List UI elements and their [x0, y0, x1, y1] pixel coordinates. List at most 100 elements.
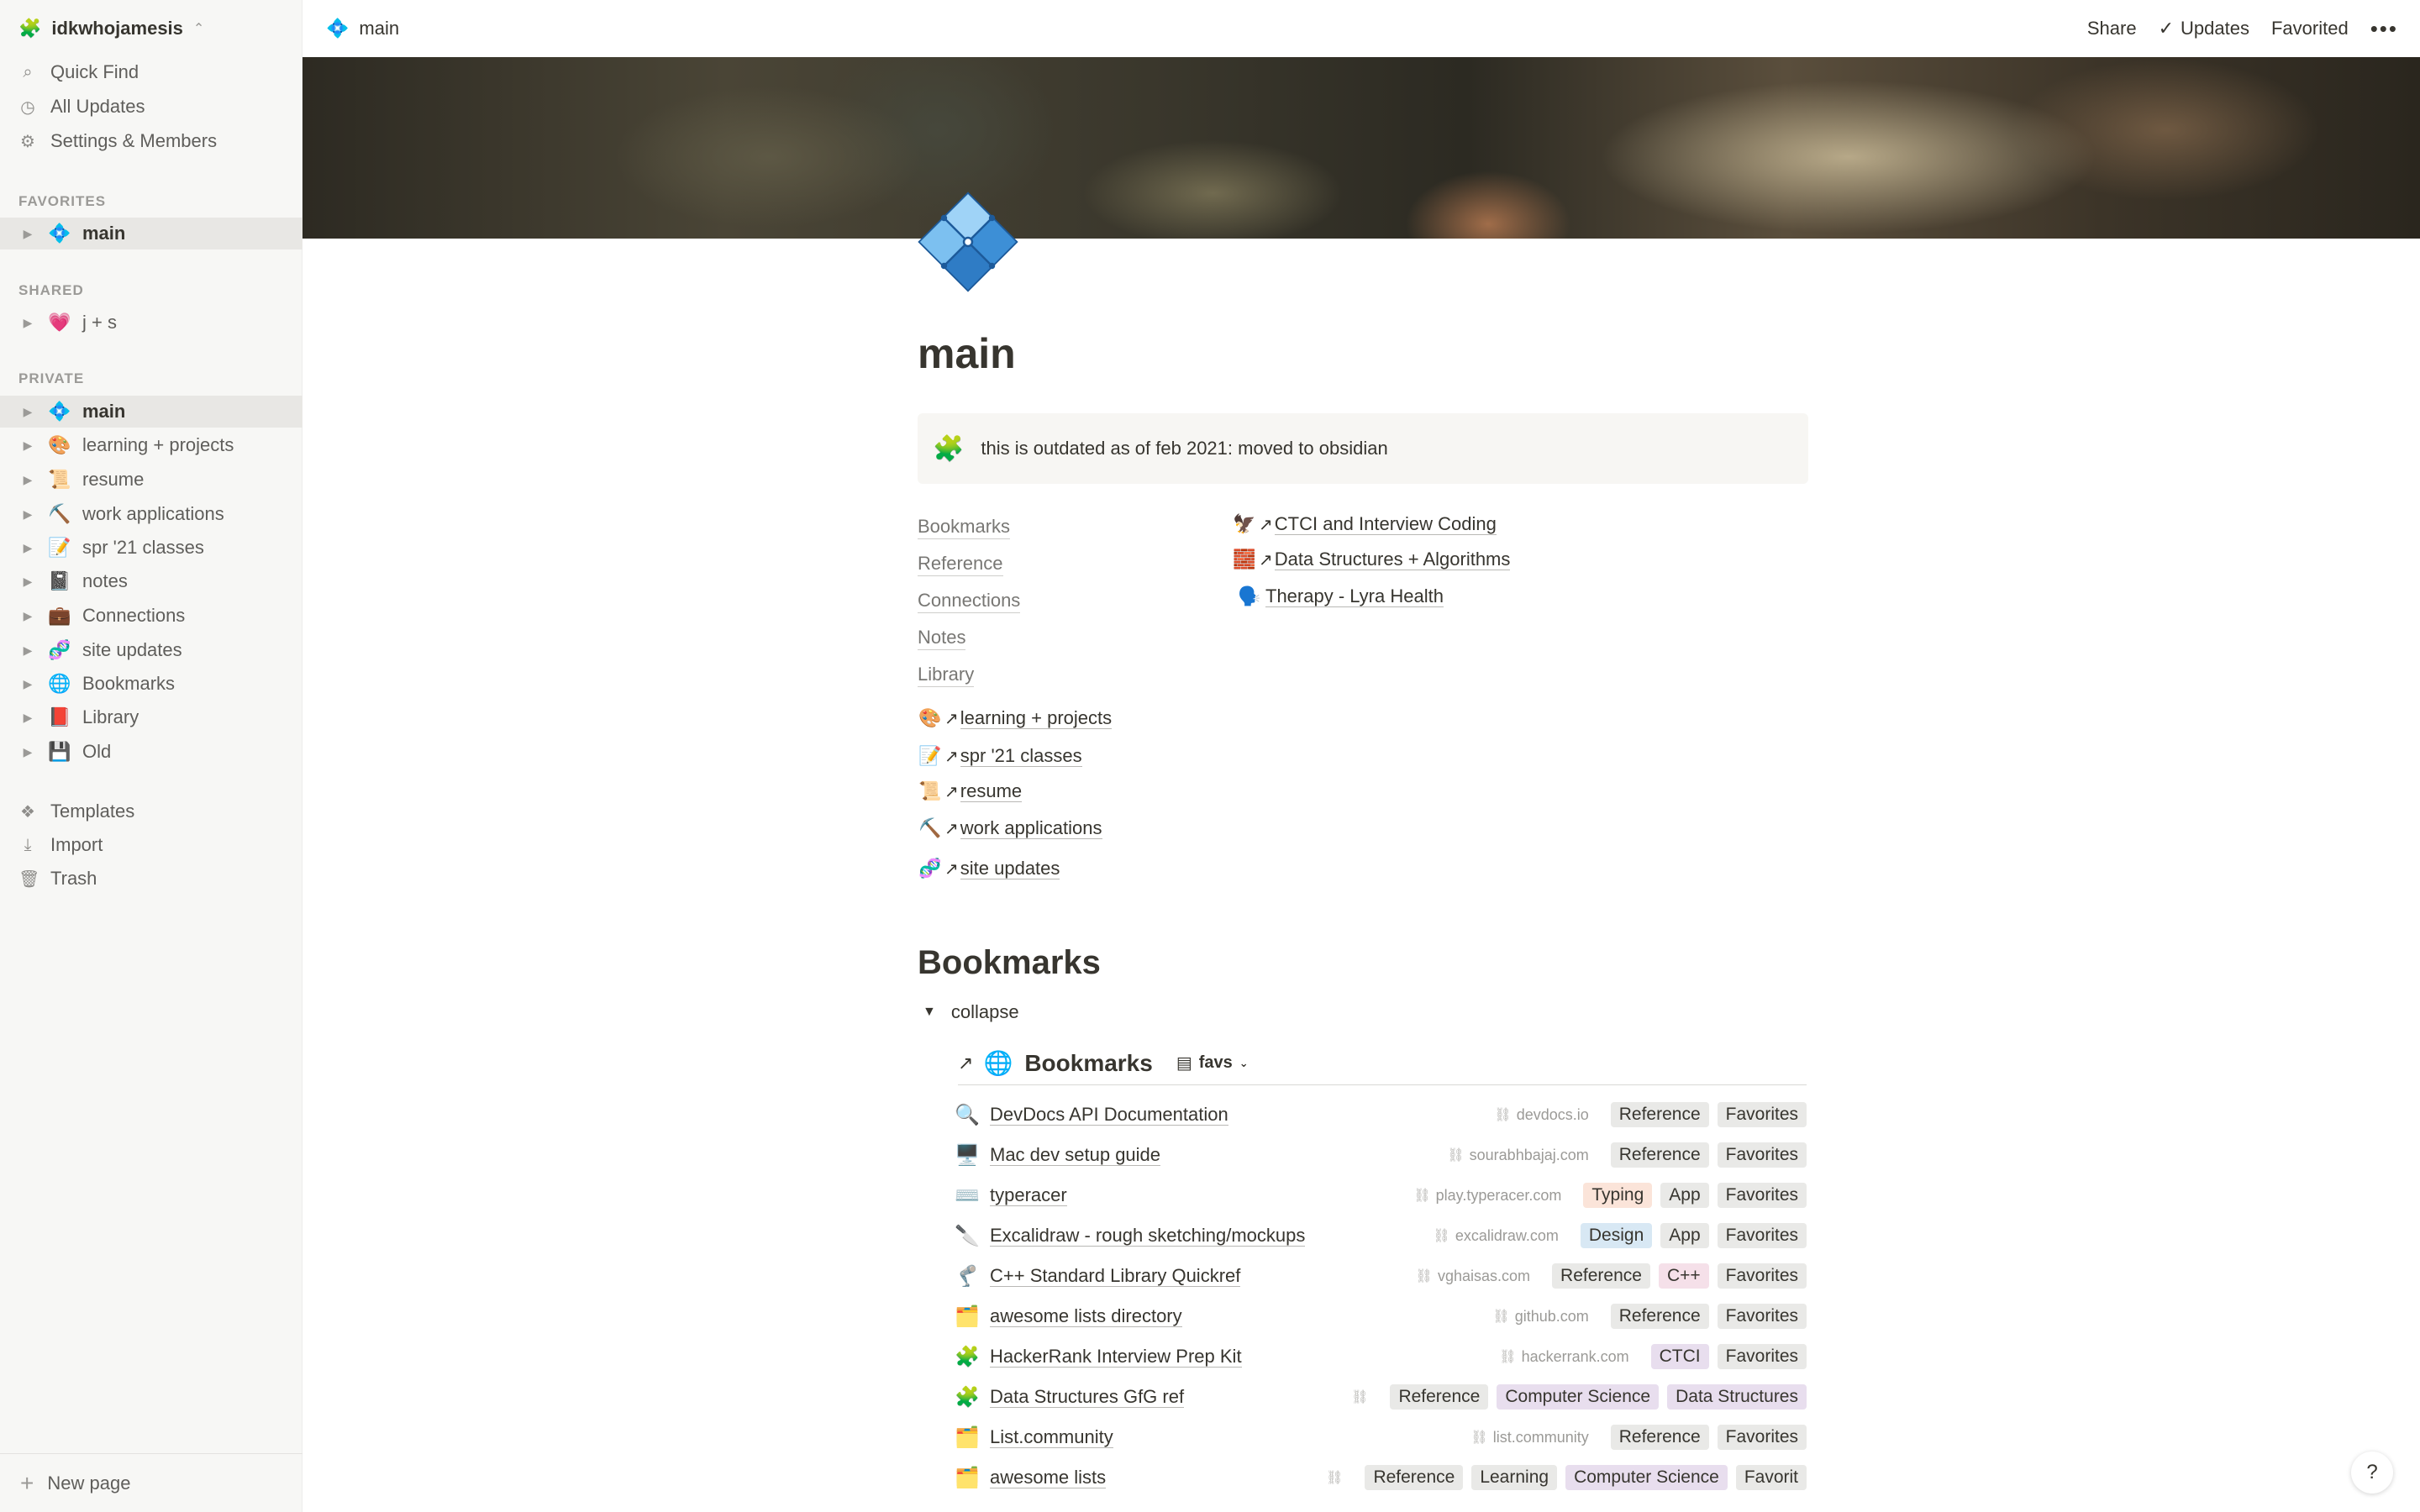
- expand-triangle-icon[interactable]: ▶: [22, 405, 34, 419]
- arrow-up-right-icon[interactable]: ↗: [958, 1053, 973, 1074]
- expand-triangle-icon[interactable]: ▶: [22, 677, 34, 691]
- palette-icon: 🎨: [48, 434, 71, 455]
- mention-site-updates[interactable]: 🧬 ↗ site updates: [918, 856, 1060, 881]
- table-row[interactable]: 🗂️ awesome lists directory ⛓ github.com Refe…: [953, 1298, 1807, 1335]
- row-title[interactable]: awesome lists: [990, 1467, 1107, 1488]
- more-options-icon[interactable]: •••: [2370, 16, 2398, 42]
- row-url[interactable]: ⛓ excalidraw.com: [1434, 1227, 1559, 1245]
- table-row[interactable]: 🧩 Data Structures GfG ref ⛓ Reference Comput…: [953, 1378, 1807, 1415]
- arrow-up-right-icon: ↗: [1259, 550, 1273, 570]
- favorited-button[interactable]: Favorited: [2271, 18, 2349, 39]
- workspace-switcher[interactable]: 🧩 idkwhojamesis ⌃: [18, 15, 204, 42]
- page-title[interactable]: main: [918, 329, 1016, 378]
- expand-triangle-icon[interactable]: ▶: [22, 473, 34, 487]
- mention-resume[interactable]: 📜 ↗ resume: [918, 779, 1023, 804]
- sidebar-item-favorite-main[interactable]: ▶ 💠 main: [0, 218, 302, 249]
- sidebar-item-main[interactable]: ▶ 💠 main: [0, 396, 302, 428]
- toggle-triangle-icon[interactable]: ▼: [923, 1005, 936, 1020]
- table-row[interactable]: ⌨️ typeracer ⛓ play.typeracer.com Typing App F…: [953, 1177, 1807, 1214]
- table-row[interactable]: 🦿 C++ Standard Library Quickref ⛓ vghaisas.…: [953, 1257, 1807, 1294]
- table-row[interactable]: 🗂️ List.community ⛓ list.community Reference…: [953, 1419, 1807, 1456]
- mention-spr-21-classes[interactable]: 📝 ↗ spr '21 classes: [918, 743, 1082, 769]
- row-title[interactable]: Data Structures GfG ref: [990, 1386, 1185, 1408]
- table-row[interactable]: 🖥️ Mac dev setup guide ⛓ sourabhbajaj.com Re…: [953, 1137, 1807, 1173]
- sidebar-item-spr-21-classes[interactable]: ▶ 📝 spr '21 classes: [0, 532, 302, 564]
- sidebar-item-connections[interactable]: ▶ 💼 Connections: [0, 600, 302, 632]
- expand-triangle-icon[interactable]: ▶: [22, 541, 34, 555]
- row-title[interactable]: HackerRank Interview Prep Kit: [990, 1346, 1242, 1368]
- row-url[interactable]: ⛓ devdocs.io: [1494, 1106, 1588, 1124]
- sidebar-item-work-applications[interactable]: ▶ ⛏️ work applications: [0, 498, 302, 530]
- row-title[interactable]: Excalidraw - rough sketching/mockups: [990, 1225, 1306, 1247]
- table-row[interactable]: 🔪 Excalidraw - rough sketching/mockups ⛓ ex…: [953, 1217, 1807, 1254]
- table-row[interactable]: 🧩 HackerRank Interview Prep Kit ⛓ hackerran…: [953, 1338, 1807, 1375]
- row-url[interactable]: ⛓ list.community: [1470, 1429, 1588, 1446]
- arrow-up-right-icon: ↗: [944, 819, 959, 838]
- trash-button[interactable]: 🗑 Trash: [18, 864, 97, 894]
- expand-triangle-icon[interactable]: ▶: [22, 507, 34, 522]
- help-button[interactable]: ?: [2351, 1452, 2393, 1494]
- updates-button[interactable]: ✓ Updates: [2159, 18, 2249, 39]
- breadcrumb[interactable]: 💠 main: [326, 18, 399, 39]
- row-title[interactable]: C++ Standard Library Quickref: [990, 1265, 1241, 1287]
- sidebar-item-resume[interactable]: ▶ 📜 resume: [0, 464, 302, 496]
- expand-triangle-icon[interactable]: ▶: [22, 745, 34, 759]
- table-row[interactable]: 🗂️ awesome lists ⛓ Reference Learning Compute…: [953, 1459, 1807, 1496]
- view-selector[interactable]: ▤ favs ⌄: [1176, 1053, 1249, 1074]
- sidebar-item-notes[interactable]: ▶ 📓 notes: [0, 565, 302, 597]
- table-row[interactable]: 🔍 DevDocs API Documentation ⛓ devdocs.io Ref…: [953, 1096, 1807, 1133]
- row-page-icon: 🧩: [955, 1385, 980, 1409]
- mention-learning-projects[interactable]: 🎨 ↗ learning + projects: [918, 706, 1113, 731]
- sidebar-item-site-updates[interactable]: ▶ 🧬 site updates: [0, 634, 302, 666]
- link-reference[interactable]: Reference: [918, 553, 1003, 576]
- expand-triangle-icon[interactable]: ▶: [22, 575, 34, 589]
- sidebar-item-label: site updates: [82, 639, 182, 660]
- mention-ctci[interactable]: 🦅 ↗ CTCI and Interview Coding: [1232, 512, 1497, 537]
- row-title[interactable]: typeracer: [990, 1184, 1067, 1206]
- quick-find-button[interactable]: ⌕ Quick Find: [18, 57, 139, 87]
- page-diamond-icon[interactable]: [916, 190, 1020, 294]
- link-icon: ⛓: [1415, 1269, 1433, 1284]
- link-connections[interactable]: Connections: [918, 590, 1021, 613]
- collapse-toggle[interactable]: ▼ collapse: [923, 1001, 1019, 1023]
- settings-members-button[interactable]: ⚙ Settings & Members: [18, 126, 217, 156]
- tag-badge: Learning: [1471, 1465, 1558, 1490]
- sidebar-item-learning-projects[interactable]: ▶ 🎨 learning + projects: [0, 429, 302, 461]
- sidebar-item-library[interactable]: ▶ 📕 Library: [0, 701, 302, 733]
- expand-triangle-icon[interactable]: ▶: [22, 438, 34, 453]
- import-button[interactable]: ⤓ Import: [18, 830, 103, 860]
- bookmarks-heading[interactable]: Bookmarks: [918, 944, 1101, 982]
- row-title[interactable]: awesome lists directory: [990, 1305, 1182, 1327]
- mention-work-applications[interactable]: ⛏️ ↗ work applications: [918, 816, 1102, 841]
- share-button[interactable]: Share: [2087, 18, 2137, 39]
- mention-therapy[interactable]: 🗣️ Therapy - Lyra Health: [1237, 584, 1444, 609]
- link-bookmarks[interactable]: Bookmarks: [918, 516, 1011, 539]
- row-url[interactable]: ⛓ sourabhbajaj.com: [1447, 1147, 1588, 1164]
- link-library[interactable]: Library: [918, 664, 975, 687]
- row-url[interactable]: ⛓ hackerrank.com: [1499, 1348, 1628, 1366]
- sidebar-item-bookmarks[interactable]: ▶ 🌐 Bookmarks: [0, 668, 302, 700]
- mention-data-structures-algorithms[interactable]: 🧱 ↗ Data Structures + Algorithms: [1232, 547, 1511, 572]
- row-url[interactable]: ⛓ vghaisas.com: [1416, 1268, 1530, 1285]
- expand-triangle-icon[interactable]: ▶: [22, 316, 34, 330]
- expand-triangle-icon[interactable]: ▶: [22, 643, 34, 658]
- templates-button[interactable]: ❖ Templates: [18, 796, 134, 827]
- database-title[interactable]: Bookmarks: [1024, 1050, 1153, 1077]
- expand-triangle-icon[interactable]: ▶: [22, 609, 34, 623]
- pick-icon: ⛏️: [48, 503, 71, 524]
- callout-block[interactable]: 🧩 this is outdated as of feb 2021: moved…: [918, 413, 1808, 484]
- row-url[interactable]: ⛓: [1326, 1469, 1343, 1486]
- row-url[interactable]: ⛓ github.com: [1492, 1308, 1588, 1326]
- sidebar-item-j-plus-s[interactable]: ▶ 💗 j + s: [0, 307, 302, 339]
- sidebar-item-old[interactable]: ▶ 💾 Old: [0, 736, 302, 768]
- row-title[interactable]: Mac dev setup guide: [990, 1144, 1161, 1166]
- all-updates-button[interactable]: ◷ All Updates: [18, 92, 145, 122]
- expand-triangle-icon[interactable]: ▶: [22, 227, 34, 241]
- expand-triangle-icon[interactable]: ▶: [22, 711, 34, 725]
- row-url[interactable]: ⛓: [1351, 1389, 1368, 1405]
- row-title[interactable]: DevDocs API Documentation: [990, 1104, 1228, 1126]
- row-title[interactable]: List.community: [990, 1426, 1113, 1448]
- link-notes[interactable]: Notes: [918, 627, 966, 650]
- row-url[interactable]: ⛓ play.typeracer.com: [1413, 1187, 1561, 1205]
- new-page-button[interactable]: + New page: [0, 1453, 302, 1512]
